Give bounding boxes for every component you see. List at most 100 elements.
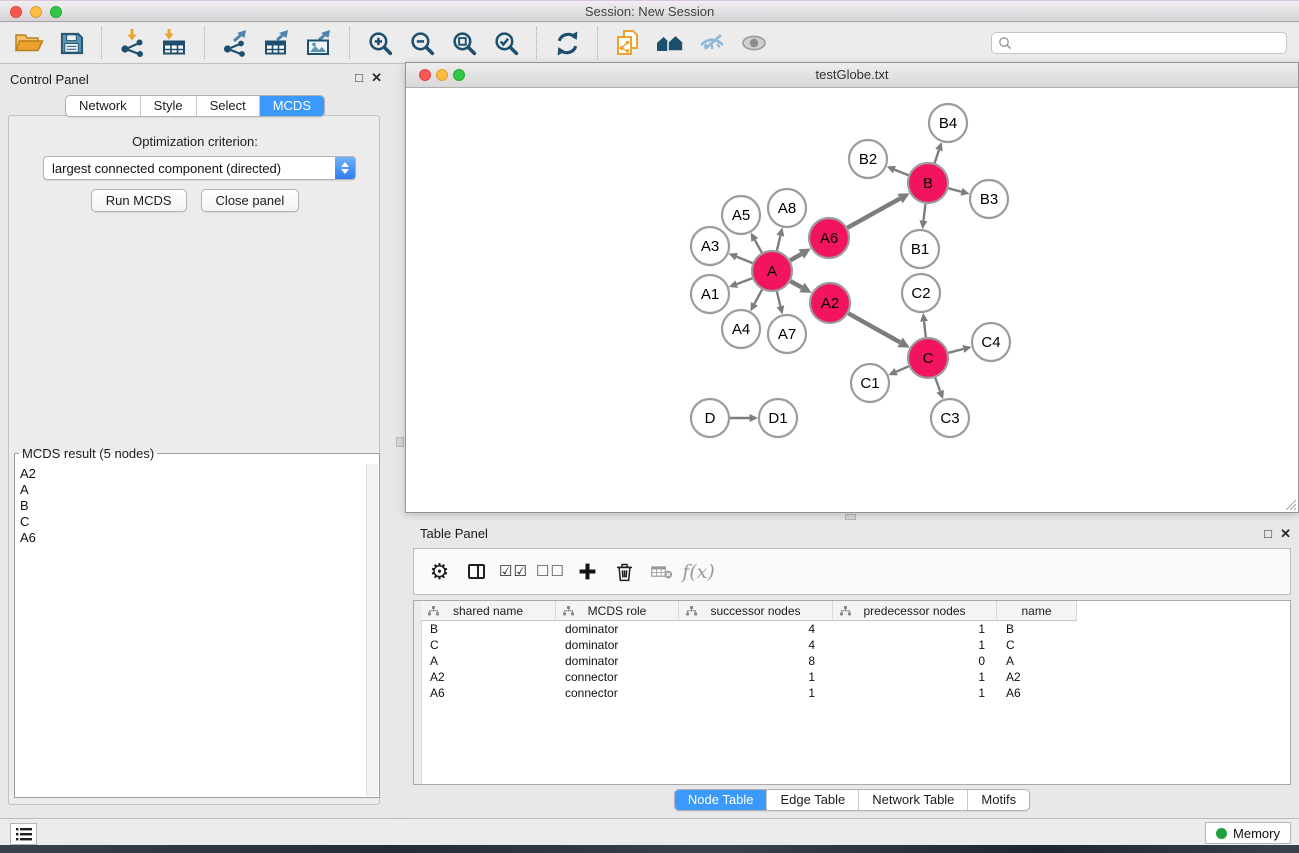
- task-history-button[interactable]: [10, 823, 37, 845]
- column-header-successor-nodes[interactable]: successor nodes: [679, 601, 833, 621]
- zoom-in-icon[interactable]: [359, 25, 401, 61]
- graph-node-C1[interactable]: C1: [851, 364, 889, 402]
- graph-node-A1[interactable]: A1: [691, 275, 729, 313]
- vertical-splitter-grip[interactable]: [396, 437, 404, 447]
- graph-edge-A6-B[interactable]: [847, 199, 900, 228]
- graph-edge-A-A5[interactable]: [755, 240, 762, 253]
- mcds-result-item[interactable]: B: [20, 498, 367, 514]
- table-settings-icon[interactable]: ⚙: [424, 555, 455, 589]
- criterion-dropdown[interactable]: largest connected component (directed): [43, 156, 356, 180]
- delete-table-icon[interactable]: [646, 555, 677, 589]
- graph-node-A3[interactable]: A3: [691, 227, 729, 265]
- graph-node-C3[interactable]: C3: [931, 399, 969, 437]
- show-columns-icon[interactable]: [461, 555, 492, 589]
- tab-node-table[interactable]: Node Table: [675, 790, 767, 810]
- export-image-icon[interactable]: [298, 25, 340, 61]
- graph-edge-A-A2[interactable]: [790, 281, 802, 287]
- graph-edge-C-C1[interactable]: [896, 366, 909, 371]
- memory-button[interactable]: Memory: [1205, 822, 1291, 844]
- clone-network-icon[interactable]: [607, 25, 649, 61]
- graph-node-A2[interactable]: A2: [810, 283, 850, 323]
- close-panel-icon[interactable]: ✕: [371, 70, 382, 86]
- show-all-icon[interactable]: [733, 25, 775, 61]
- table-row[interactable]: A2connector11A2: [421, 669, 1290, 685]
- refresh-view-icon[interactable]: [546, 25, 588, 61]
- search-input[interactable]: [1012, 35, 1280, 51]
- graph-edge-A-A1[interactable]: [737, 278, 753, 284]
- tab-network[interactable]: Network: [66, 96, 140, 116]
- delete-column-icon[interactable]: [609, 555, 640, 589]
- home-view-icon[interactable]: [649, 25, 691, 61]
- network-window-titlebar[interactable]: testGlobe.txt: [406, 63, 1298, 88]
- graph-node-A[interactable]: A: [752, 251, 792, 291]
- scrollbar[interactable]: [366, 464, 378, 796]
- table-row[interactable]: Adominator80A: [421, 653, 1290, 669]
- export-table-icon[interactable]: [256, 25, 298, 61]
- graph-node-A8[interactable]: A8: [768, 189, 806, 227]
- graph-node-A4[interactable]: A4: [722, 310, 760, 348]
- save-session-icon[interactable]: [50, 25, 92, 61]
- float-panel-icon[interactable]: □: [355, 70, 363, 85]
- open-session-icon[interactable]: [8, 25, 50, 61]
- graph-edge-A-A6[interactable]: [790, 254, 801, 260]
- mcds-result-list[interactable]: A2ABCA6: [16, 464, 367, 796]
- export-network-icon[interactable]: [214, 25, 256, 61]
- graph-node-B3[interactable]: B3: [970, 180, 1008, 218]
- tab-mcds[interactable]: MCDS: [259, 96, 324, 116]
- mcds-result-item[interactable]: A: [20, 482, 367, 498]
- close-panel-icon[interactable]: ✕: [1280, 526, 1291, 542]
- graph-node-B1[interactable]: B1: [901, 230, 939, 268]
- tab-select[interactable]: Select: [196, 96, 259, 116]
- column-header-shared-name[interactable]: shared name: [421, 601, 556, 621]
- graph-edge-A-A3[interactable]: [736, 257, 752, 263]
- graph-edge-A2-C[interactable]: [848, 313, 900, 342]
- import-network-icon[interactable]: [111, 25, 153, 61]
- deselect-all-rows-icon[interactable]: ☐☐: [535, 555, 566, 589]
- select-all-rows-icon[interactable]: ☑☑: [498, 555, 529, 589]
- equation-builder-icon[interactable]: f(x): [683, 555, 714, 589]
- graph-node-B[interactable]: B: [908, 163, 948, 203]
- import-table-icon[interactable]: [153, 25, 195, 61]
- mcds-result-item[interactable]: A6: [20, 530, 367, 546]
- graph-edge-A-A7[interactable]: [777, 291, 781, 306]
- graph-edge-A-A4[interactable]: [754, 290, 762, 304]
- graph-node-C[interactable]: C: [908, 338, 948, 378]
- search-field[interactable]: [991, 32, 1287, 54]
- graph-edge-C-C4[interactable]: [948, 349, 963, 353]
- network-graph[interactable]: A A1 A2 A3 A4 A5 A6 A7 A8 B B1 B2 B3B4 C C1 C2 C3C4 D D1: [406, 88, 1298, 513]
- graph-edge-A-A8[interactable]: [777, 236, 781, 251]
- add-column-icon[interactable]: [572, 555, 603, 589]
- network-canvas[interactable]: A A1 A2 A3 A4 A5 A6 A7 A8 B B1 B2 B3B4 C C1 C2 C3C4 D D1: [406, 88, 1298, 512]
- column-header-MCDS-role[interactable]: MCDS role: [556, 601, 679, 621]
- graph-node-A7[interactable]: A7: [768, 315, 806, 353]
- graph-edge-B-B3[interactable]: [948, 188, 961, 191]
- graph-node-D1[interactable]: D1: [759, 399, 797, 437]
- graph-node-A5[interactable]: A5: [722, 196, 760, 234]
- zoom-selected-icon[interactable]: [485, 25, 527, 61]
- table-row[interactable]: A6connector11A6: [421, 685, 1290, 701]
- graph-node-A6[interactable]: A6: [809, 218, 849, 258]
- tab-motifs[interactable]: Motifs: [967, 790, 1029, 810]
- table-row[interactable]: Cdominator41C: [421, 637, 1290, 653]
- close-panel-button[interactable]: Close panel: [201, 189, 300, 212]
- float-panel-icon[interactable]: □: [1264, 526, 1272, 541]
- graph-edge-B-B4[interactable]: [935, 150, 939, 163]
- graph-node-C4[interactable]: C4: [972, 323, 1010, 361]
- graph-node-D[interactable]: D: [691, 399, 729, 437]
- hide-selected-icon[interactable]: [691, 25, 733, 61]
- run-mcds-button[interactable]: Run MCDS: [91, 189, 187, 212]
- column-header-predecessor-nodes[interactable]: predecessor nodes: [833, 601, 997, 621]
- column-header-name[interactable]: name: [997, 601, 1077, 621]
- tab-style[interactable]: Style: [140, 96, 196, 116]
- tab-edge-table[interactable]: Edge Table: [766, 790, 858, 810]
- graph-node-B4[interactable]: B4: [929, 104, 967, 142]
- graph-edge-C-C3[interactable]: [935, 378, 940, 392]
- graph-node-C2[interactable]: C2: [902, 274, 940, 312]
- zoom-fit-icon[interactable]: [443, 25, 485, 61]
- graph-edge-B-B1[interactable]: [923, 204, 925, 221]
- table-row[interactable]: Bdominator41B: [421, 621, 1290, 637]
- graph-node-B2[interactable]: B2: [849, 140, 887, 178]
- tab-network-table[interactable]: Network Table: [858, 790, 967, 810]
- mcds-result-item[interactable]: A2: [20, 466, 367, 482]
- graph-edge-B-B2[interactable]: [894, 170, 908, 176]
